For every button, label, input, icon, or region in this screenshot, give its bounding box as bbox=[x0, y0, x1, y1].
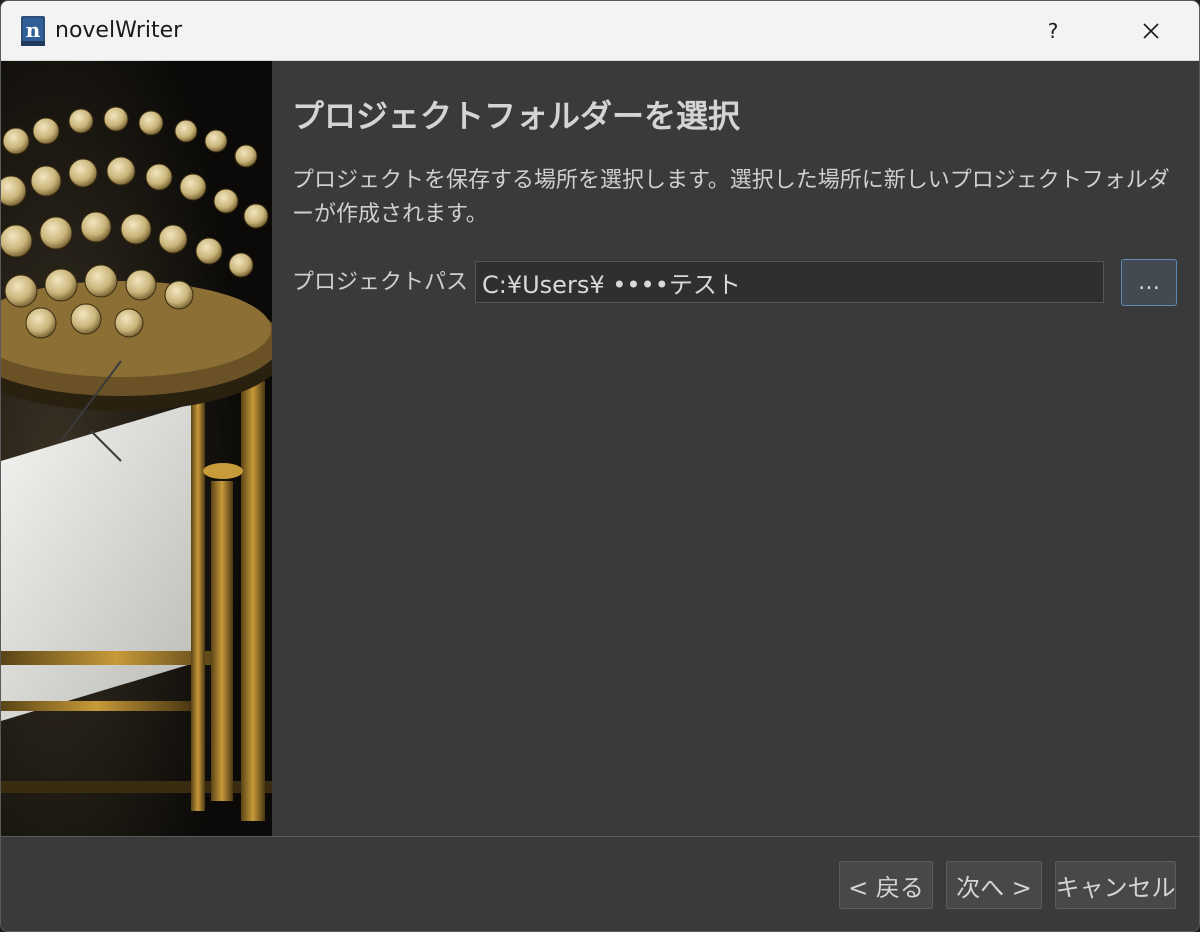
project-path-input[interactable] bbox=[475, 261, 1104, 303]
next-button[interactable]: 次へ > bbox=[946, 861, 1042, 909]
svg-text:n: n bbox=[26, 18, 41, 42]
page-title: プロジェクトフォルダーを選択 bbox=[292, 97, 741, 135]
wizard-window: n novelWriter ? プロジェクトフォルダーを選択 プロジェクトを保存… bbox=[0, 0, 1200, 932]
wizard-side-image bbox=[1, 61, 272, 836]
page-description: プロジェクトを保存する場所を選択します。選択した場所に新しいプロジェクトフォルダ… bbox=[292, 168, 1170, 227]
close-icon bbox=[1143, 23, 1159, 39]
wizard-page: プロジェクトフォルダーを選択 プロジェクトを保存する場所を選択します。選択した場… bbox=[272, 61, 1199, 836]
window-title: novelWriter bbox=[55, 18, 183, 43]
cancel-button[interactable]: キャンセル bbox=[1055, 861, 1176, 909]
help-button[interactable]: ? bbox=[1005, 1, 1101, 61]
project-path-label: プロジェクトパス bbox=[292, 270, 469, 295]
title-bar: n novelWriter ? bbox=[1, 1, 1199, 61]
novelwriter-logo-icon: n bbox=[19, 15, 47, 47]
browse-button[interactable]: … bbox=[1121, 259, 1177, 306]
close-button[interactable] bbox=[1103, 1, 1199, 61]
wizard-footer: < 戻る 次へ > キャンセル bbox=[1, 837, 1199, 931]
back-button[interactable]: < 戻る bbox=[839, 861, 933, 909]
